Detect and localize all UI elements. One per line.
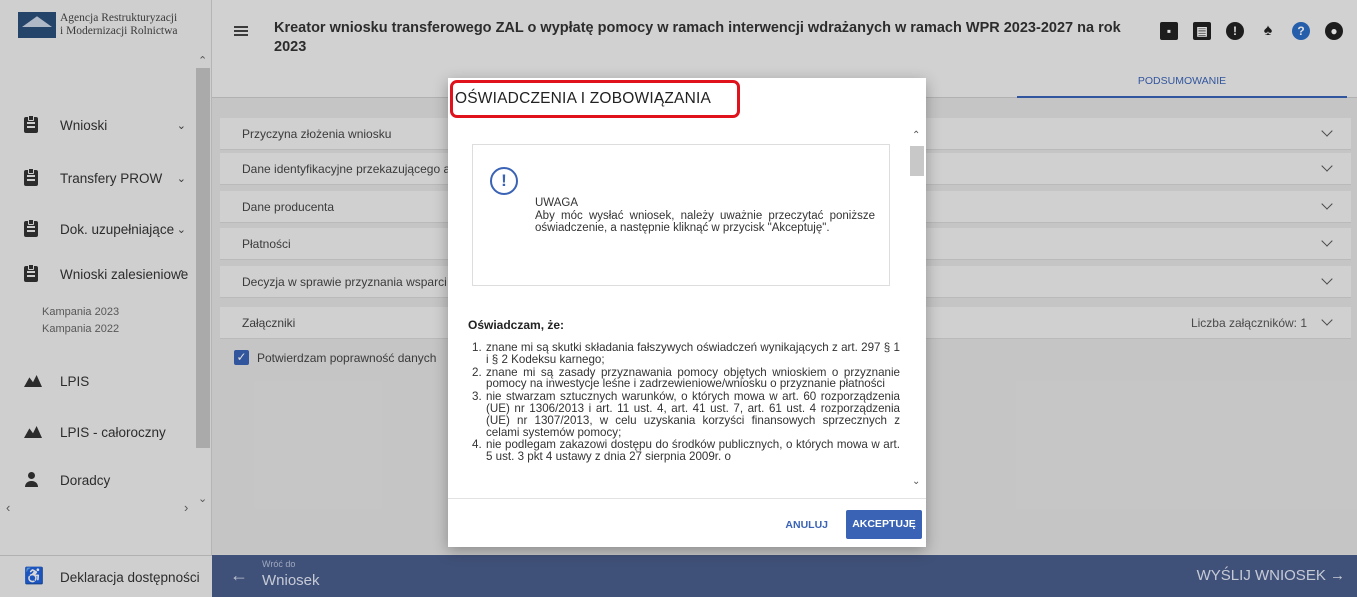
declaration-item: 1. znane mi są skutki składania fałszywyc… [472,341,900,366]
warning-text: Aby móc wysłać wniosek, należy uważnie p… [535,210,875,234]
dialog-scroll-down-icon[interactable]: ⌄ [912,476,920,487]
warning-box: ! UWAGA Aby móc wysłać wniosek, należy u… [472,144,890,286]
accept-button[interactable]: AKCEPTUJĘ [846,510,922,539]
dialog-body[interactable]: ⌃ ⌄ ! UWAGA Aby móc wysłać wniosek, nale… [448,122,926,496]
warning-heading: UWAGA [535,197,579,209]
dialog-scroll-up-icon[interactable]: ⌃ [912,130,920,141]
dialog-footer: ANULUJ AKCEPTUJĘ [448,498,926,547]
dialog-title: OŚWIADCZENIA I ZOBOWIĄZANIA [455,90,712,107]
warning-icon: ! [490,167,518,195]
declaration-item: 4. nie podlegam zakazowi dostępu do środk… [472,438,900,464]
declaration-item: 3. nie stwarzam sztucznych warunków, o kt… [472,390,900,439]
dialog-scrollbar[interactable] [910,146,924,176]
declaration-item: 2. znane mi są zasady przyznawania pomocy… [472,365,900,391]
declarations-heading: Oświadczam, że: [468,318,565,332]
declarations-dialog: OŚWIADCZENIA I ZOBOWIĄZANIA ⌃ ⌄ ! UWAGA … [448,78,926,547]
declarations-list: 1. znane mi są skutki składania fałszywyc… [472,342,900,464]
cancel-button[interactable]: ANULUJ [785,519,828,531]
